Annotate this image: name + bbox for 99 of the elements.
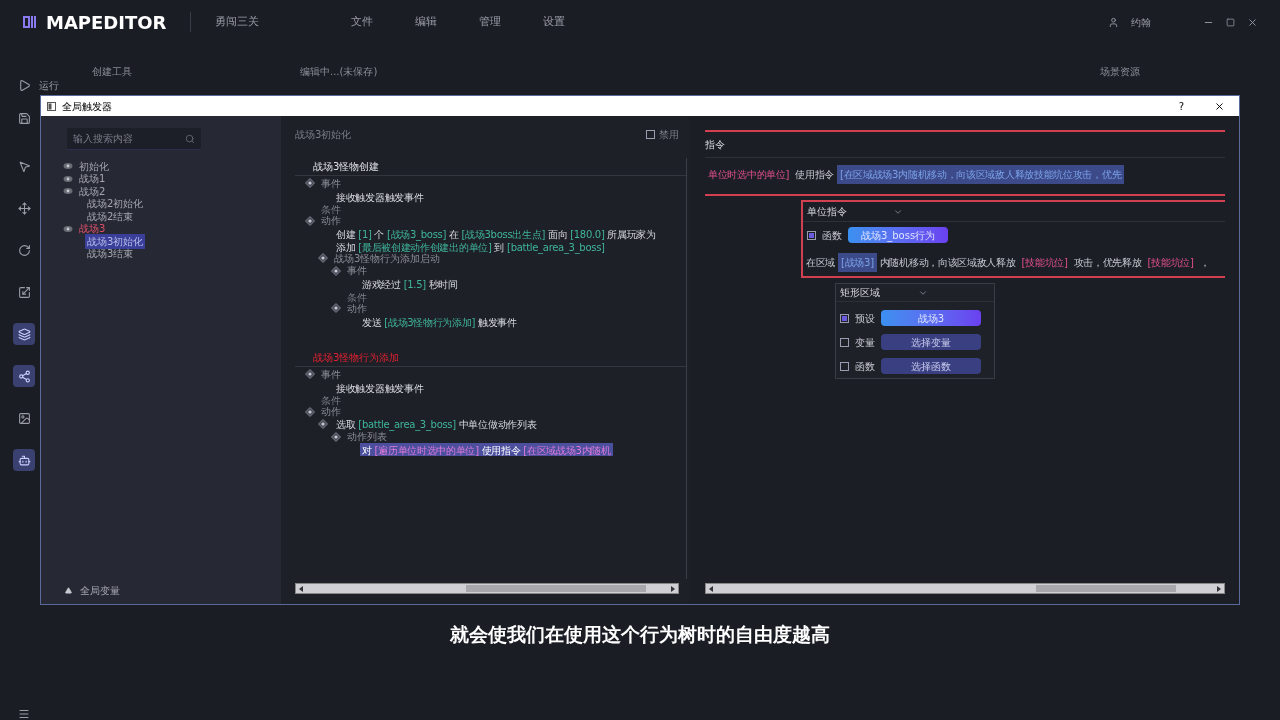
sentence-text: 攻击，优先释放	[1072, 255, 1143, 270]
window-icon	[47, 101, 56, 111]
diamond-icon[interactable]	[305, 406, 315, 417]
panel-title: 编辑中...(未保存)	[300, 66, 378, 77]
option-button[interactable]: 选择函数	[881, 358, 981, 374]
option-button[interactable]: 选择变量	[881, 334, 981, 350]
parameter-text[interactable]: [技能坑位]	[1018, 254, 1071, 270]
user-icon[interactable]	[1108, 16, 1119, 28]
diamond-icon[interactable]	[318, 253, 328, 264]
statement-text[interactable]: 发送 [战场3怪物行为添加] 触发事件	[360, 314, 519, 327]
maximize-icon[interactable]	[1226, 17, 1235, 27]
statement-text[interactable]: 接收触发器触发事件	[334, 189, 426, 202]
sentence-text: 使用指令	[794, 167, 835, 182]
menu-item[interactable]: 文件	[351, 13, 374, 31]
node-label: 事件	[321, 367, 341, 382]
diamond-icon[interactable]	[331, 303, 341, 314]
command-dropdown[interactable]: 单位指令	[803, 203, 903, 220]
app-logo-text: MAPEDITOR	[46, 10, 167, 35]
tree-item[interactable]: 战场3结束	[85, 246, 136, 262]
diamond-icon[interactable]	[331, 431, 341, 442]
horizontal-scrollbar[interactable]	[705, 583, 1225, 594]
window-title: 全局触发器	[62, 99, 112, 114]
statement-text[interactable]: 接收触发器触发事件	[334, 380, 426, 393]
eye-icon[interactable]	[63, 162, 73, 171]
global-variables-label[interactable]: 全局变量	[80, 583, 120, 598]
diamond-icon[interactable]	[305, 369, 315, 380]
parameter-text[interactable]: [在区域战场3内随机移动，向该区域敌人释放技能坑位攻击，优先	[837, 164, 1125, 184]
play-icon[interactable]	[18, 78, 31, 92]
statement-text[interactable]: 创建 [1] 个 [战场3_boss] 在 [战场3boss出生点] 面向 [180.0] 所属玩家为	[334, 227, 658, 240]
menu-item[interactable]: 管理	[479, 13, 502, 31]
editor-title: 战场3初始化	[295, 128, 352, 142]
tree-item[interactable]: 战场3初始化	[85, 233, 146, 249]
sentence-text: ，	[1198, 255, 1211, 270]
trigger-title[interactable]: 战场3怪物创建	[313, 159, 380, 174]
user-name: 约翰	[1131, 15, 1151, 30]
run-button[interactable]: 运行	[39, 77, 59, 93]
area-dropdown[interactable]: 矩形区域	[836, 285, 928, 300]
node-label: 动作	[321, 406, 341, 419]
node-label: 动作列表	[347, 431, 387, 445]
parameter-text[interactable]: 单位时选中的单位]	[705, 166, 793, 182]
robot-icon[interactable]	[13, 449, 35, 471]
node-label: 条件	[347, 291, 367, 303]
eye-icon[interactable]	[63, 174, 73, 183]
parameter-text[interactable]: [技能坑位]	[1144, 254, 1197, 270]
option-label: 函数	[822, 228, 842, 243]
statement-text[interactable]: 游戏经过 [1.5] 秒时间	[360, 277, 460, 290]
sentence-text: 在区域	[805, 255, 837, 270]
help-button[interactable]: ?	[1178, 98, 1184, 114]
node-label: 事件	[321, 176, 341, 191]
node-label: 战场3怪物行为添加启动	[334, 252, 441, 266]
diamond-icon[interactable]	[305, 178, 315, 189]
checkbox[interactable]	[840, 337, 849, 347]
node-label: 事件	[347, 264, 367, 279]
horizontal-scrollbar[interactable]	[295, 583, 679, 594]
menu-item[interactable]: 设置	[543, 13, 566, 31]
command-header: 指令	[705, 138, 725, 152]
menu-item[interactable]: 编辑	[415, 13, 438, 31]
diamond-icon[interactable]	[305, 215, 315, 226]
function-button[interactable]: 战场3_boss行为	[848, 227, 948, 243]
node-label: 条件	[321, 395, 341, 406]
scroll-left-icon[interactable]	[708, 585, 714, 592]
scroll-right-icon[interactable]	[670, 585, 676, 592]
node-label: 动作	[347, 302, 367, 316]
option-label: 函数	[855, 359, 875, 374]
save-icon[interactable]	[18, 112, 31, 125]
node-label: 动作	[321, 215, 341, 229]
statement-text[interactable]: 对 [遍历单位时选中的单位] 使用指令 [在区域战场3内随机	[360, 443, 613, 456]
node-label: 条件	[321, 204, 341, 215]
eye-icon[interactable]	[63, 224, 73, 233]
logo-icon	[22, 14, 38, 30]
checkbox[interactable]	[807, 230, 816, 240]
panel-title: 创建工具	[92, 66, 132, 77]
disable-label: 禁用	[659, 128, 679, 142]
trigger-title[interactable]: 战场3怪物行为添加	[313, 350, 400, 365]
parameter-text[interactable]: [战场3]	[838, 252, 877, 272]
diamond-icon[interactable]	[331, 265, 341, 276]
layers-icon[interactable]	[13, 323, 35, 345]
option-button[interactable]: 战场3	[881, 310, 981, 326]
checkbox[interactable]	[840, 313, 849, 323]
project-name: 勇闯三关	[215, 13, 260, 30]
nodes-icon[interactable]	[13, 365, 35, 387]
checkbox[interactable]	[646, 130, 655, 139]
tree-item[interactable]: 初始化	[77, 158, 111, 174]
checkbox[interactable]	[840, 361, 849, 371]
option-label: 变量	[855, 335, 875, 350]
scroll-left-icon[interactable]	[298, 585, 304, 592]
option-label: 预设	[855, 311, 875, 326]
search-field[interactable]: 输入搜索内容	[67, 128, 201, 150]
statement-text[interactable]: 选取 [battle_area_3_boss] 中单位做动作列表	[334, 416, 539, 432]
panel-title: 场景资源	[1100, 66, 1140, 77]
search-icon[interactable]	[185, 134, 195, 144]
close-icon[interactable]	[1214, 100, 1225, 112]
triangle-icon[interactable]	[65, 587, 72, 594]
sentence-text: 内随机移动，向该区域敌人释放	[878, 255, 1017, 270]
diamond-icon[interactable]	[318, 419, 328, 430]
menu-icon[interactable]	[18, 708, 30, 720]
subtitle-text: 就会使我们在使用这个行为树时的自由度越高	[450, 622, 830, 647]
eye-icon[interactable]	[63, 187, 73, 196]
scroll-right-icon[interactable]	[1216, 585, 1222, 592]
